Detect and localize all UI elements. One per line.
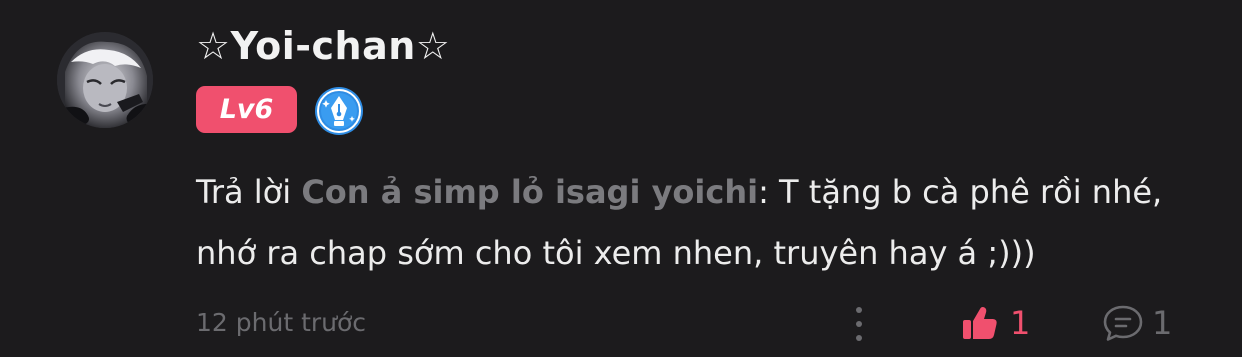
avatar[interactable] xyxy=(57,32,153,128)
thumbs-up-icon xyxy=(963,307,997,339)
fountain-pen-icon xyxy=(314,86,364,136)
reply-button[interactable]: 1 xyxy=(1102,300,1172,346)
more-options-button[interactable] xyxy=(846,305,872,343)
like-button[interactable]: 1 xyxy=(960,300,1030,346)
reply-prefix: Trả lời xyxy=(196,173,302,211)
comment-text: Trả lời Con ả simp lỏ isagi yoichi: T tặ… xyxy=(196,162,1206,284)
like-count: 1 xyxy=(1010,304,1031,342)
more-vertical-icon xyxy=(856,307,862,313)
reply-mention[interactable]: Con ả simp lỏ isagi yoichi xyxy=(301,173,758,211)
comment-icon xyxy=(1103,305,1143,341)
reply-count: 1 xyxy=(1152,304,1173,342)
timestamp: 12 phút trước xyxy=(196,308,367,337)
avatar-image xyxy=(57,32,153,128)
username[interactable]: ☆Yoi-chan☆ xyxy=(196,24,450,68)
level-badge: Lv6 xyxy=(196,86,297,133)
